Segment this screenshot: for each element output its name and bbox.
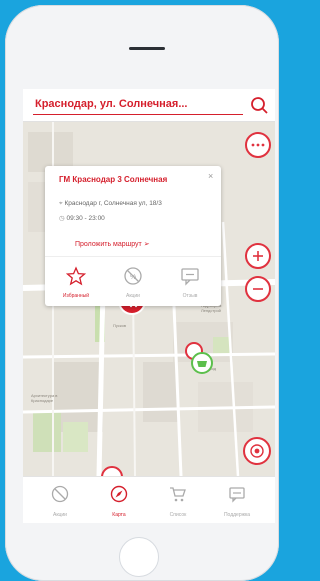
review-label: Отзыв: [182, 293, 198, 299]
locate-me-button[interactable]: [243, 437, 271, 465]
tab-list[interactable]: Список: [149, 477, 207, 523]
tab-promotions[interactable]: Акции: [31, 477, 89, 523]
svg-text:%: %: [130, 274, 136, 281]
more-icon: [251, 143, 265, 147]
plus-icon: [253, 251, 263, 261]
store-marker-green[interactable]: [191, 352, 213, 374]
map-view[interactable]: Архитектура в Краснодаре Ростов Гидропро…: [23, 122, 275, 488]
minus-icon: [253, 288, 263, 290]
bottom-tab-bar: Акции Карта Список Поддержка: [23, 476, 275, 523]
phone-home-button[interactable]: [119, 537, 159, 577]
favorite-label: Избранный: [62, 293, 90, 299]
search-input[interactable]: Краснодар, ул. Солнечная...: [35, 98, 188, 110]
discount-icon: [51, 485, 69, 503]
message-icon: [229, 487, 245, 503]
store-address-row: ⌖ Краснодар г, Солнечная ул, 18/3: [59, 200, 162, 208]
store-address: Краснодар г, Солнечная ул, 18/3: [64, 200, 162, 207]
tab-map[interactable]: Карта: [90, 477, 148, 523]
store-hours: 09:30 - 23:00: [66, 215, 105, 222]
tab-support-label: Поддержка: [223, 512, 251, 518]
route-label: Проложить маршрут: [75, 241, 142, 248]
favorite-button[interactable]: Избранный: [47, 257, 105, 307]
tab-promotions-label: Акции: [53, 512, 67, 518]
search-button[interactable]: [249, 95, 269, 115]
map-label: Лендстрой: [201, 308, 221, 313]
store-hours-row: ◷ 09:30 - 23:00: [59, 214, 105, 222]
close-icon[interactable]: ×: [208, 171, 213, 181]
map-label: Краснодаре: [31, 398, 54, 403]
search-underline: [33, 114, 243, 115]
app-screen: Краснодар, ул. Солнечная... Архитектура …: [23, 89, 275, 523]
store-title: ГМ Краснодар 3 Солнечная: [59, 175, 168, 184]
build-route-link[interactable]: Проложить маршрут ➢: [75, 240, 150, 248]
zoom-out-button[interactable]: [245, 276, 271, 302]
map-label: Пусков: [113, 323, 126, 328]
basket-icon: [197, 361, 207, 367]
tab-list-label: Список: [169, 512, 187, 518]
search-icon: [251, 97, 268, 114]
search-bar: Краснодар, ул. Солнечная...: [23, 89, 275, 122]
tab-map-label: Карта: [112, 512, 126, 518]
review-button[interactable]: Отзыв: [161, 257, 219, 307]
popup-actions: Избранный % Акции Отзыв: [45, 256, 221, 307]
more-button[interactable]: [245, 132, 271, 158]
navigation-arrow-icon: ➢: [143, 241, 150, 248]
star-icon: [66, 266, 86, 286]
cart-icon: [170, 487, 186, 502]
phone-speaker: [129, 47, 165, 50]
no-discount-icon: %: [124, 267, 142, 285]
target-icon: [250, 444, 264, 458]
tab-support[interactable]: Поддержка: [208, 477, 266, 523]
store-info-popup: ГМ Краснодар 3 Солнечная × ⌖ Краснодар г…: [45, 166, 221, 306]
chat-icon: [181, 268, 199, 286]
compass-icon: [110, 485, 128, 503]
zoom-in-button[interactable]: [245, 243, 271, 269]
promotions-button[interactable]: % Акции: [104, 257, 162, 307]
promotions-label: Акции: [126, 293, 140, 299]
